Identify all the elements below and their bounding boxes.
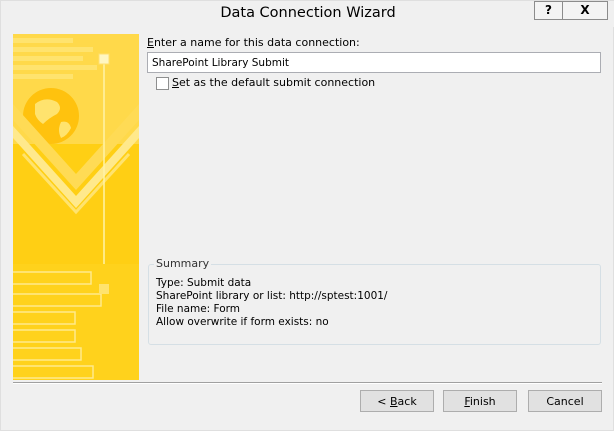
wizard-content: Enter a name for this data connection: S… bbox=[147, 34, 602, 380]
title-bar[interactable]: Data Connection Wizard ? X bbox=[1, 1, 614, 27]
connection-name-input[interactable] bbox=[147, 52, 601, 73]
help-button[interactable]: ? bbox=[534, 1, 563, 20]
summary-library: SharePoint library or list: http://sptes… bbox=[156, 290, 388, 302]
back-button[interactable]: < Back bbox=[360, 390, 434, 412]
banner-artwork bbox=[13, 34, 139, 380]
summary-type: Type: Submit data bbox=[156, 277, 252, 289]
summary-overwrite: Allow overwrite if form exists: no bbox=[156, 316, 329, 328]
wizard-window: Data Connection Wizard ? X Enter a name … bbox=[0, 0, 614, 431]
wizard-side-banner bbox=[13, 34, 139, 380]
cancel-button[interactable]: Cancel bbox=[528, 390, 602, 412]
window-title: Data Connection Wizard bbox=[220, 5, 396, 21]
footer-divider bbox=[13, 382, 602, 384]
default-submit-label[interactable]: Set as the default submit connection bbox=[172, 76, 375, 89]
default-submit-checkbox[interactable] bbox=[156, 77, 169, 90]
summary-group: Summary Type: Submit data SharePoint lib… bbox=[148, 257, 601, 345]
summary-lines: Type: Submit data SharePoint library or … bbox=[156, 277, 387, 329]
connection-name-label: Enter a name for this data connection: bbox=[147, 36, 360, 49]
close-button[interactable]: X bbox=[562, 1, 608, 20]
finish-button[interactable]: Finish bbox=[443, 390, 517, 412]
summary-file-name: File name: Form bbox=[156, 303, 241, 315]
summary-title: Summary bbox=[154, 257, 212, 270]
